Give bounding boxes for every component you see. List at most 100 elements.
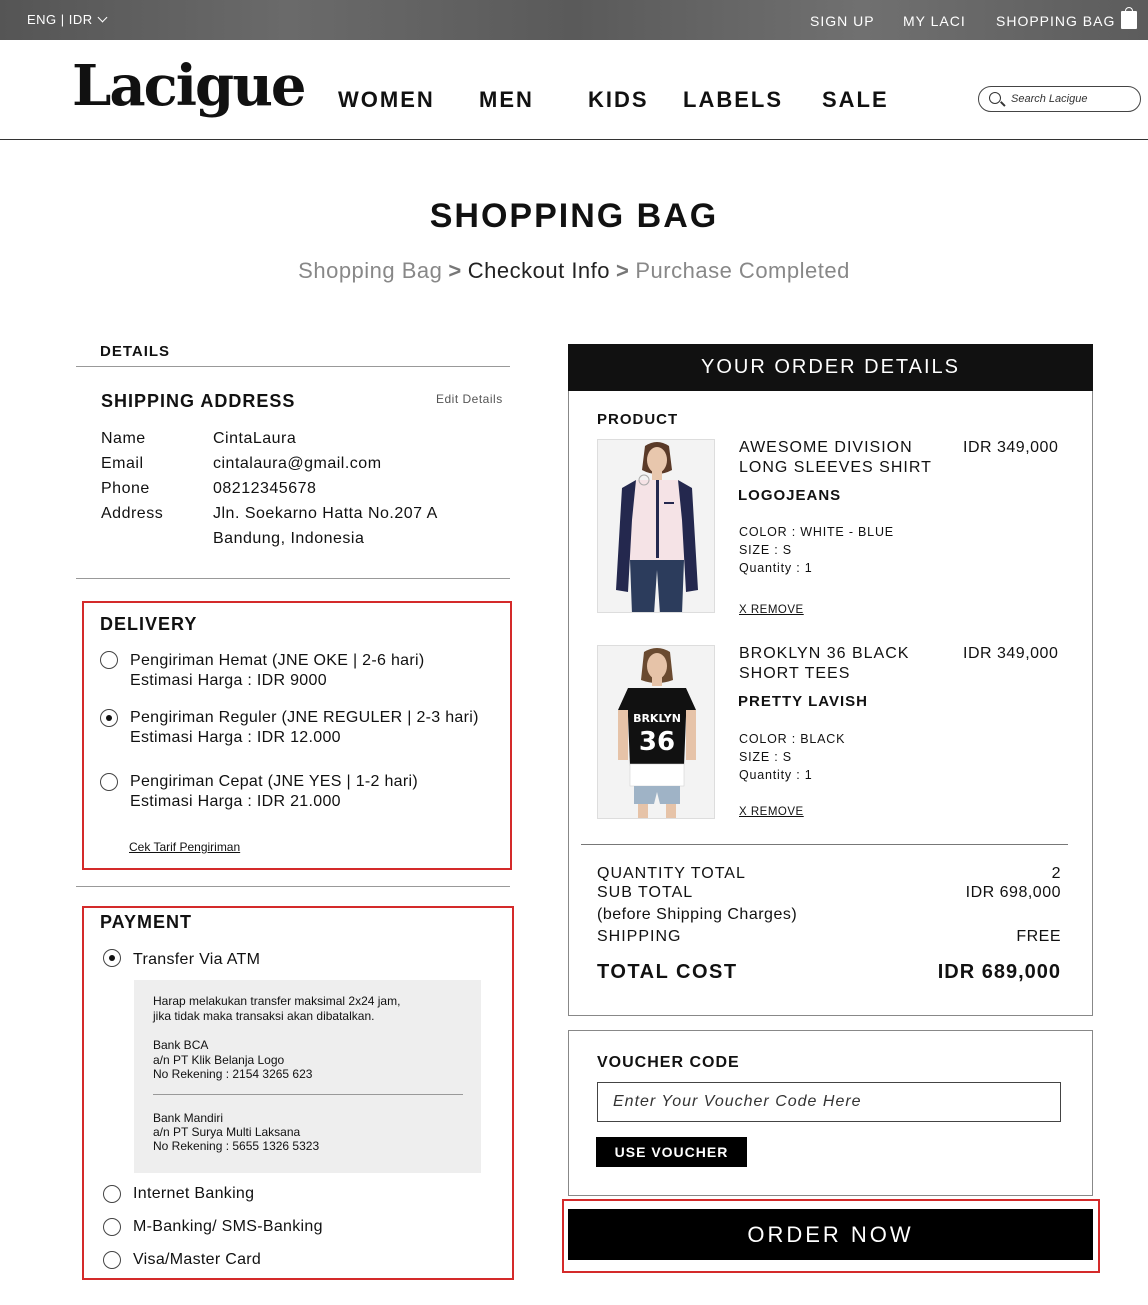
- search-input[interactable]: [1011, 90, 1131, 108]
- delivery-radio-reguler[interactable]: [100, 709, 118, 727]
- edit-details-link[interactable]: Edit Details: [436, 392, 503, 406]
- name-value: CintaLaura: [213, 430, 297, 447]
- email-value: cintalaura@gmail.com: [213, 455, 382, 472]
- delivery-option-reguler-name: Pengiriman Reguler (JNE REGULER | 2-3 ha…: [130, 709, 479, 726]
- product-image-shirt[interactable]: [597, 439, 715, 613]
- product-2-name[interactable]: BROKLYN 36 BLACK SHORT TEES: [739, 644, 909, 684]
- product-1-name-line2: LONG SLEEVES SHIRT: [739, 459, 932, 476]
- payment-radio-atm[interactable]: [103, 949, 121, 967]
- total-cost-value: IDR 689,000: [937, 961, 1061, 983]
- model-shirt-illustration: [598, 440, 714, 612]
- payment-option-card[interactable]: Visa/Master Card: [133, 1250, 261, 1270]
- shipping-label: SHIPPING: [597, 928, 682, 945]
- payment-radio-m-banking[interactable]: [103, 1218, 121, 1236]
- logo[interactable]: Lacigue: [72, 53, 307, 119]
- bank1-account-number: No Rekening : 2154 3265 623: [153, 1067, 313, 1081]
- bank2-account-number: No Rekening : 5655 1326 5323: [153, 1139, 320, 1153]
- use-voucher-button[interactable]: USE VOUCHER: [596, 1137, 747, 1167]
- nav-labels[interactable]: LABELS: [683, 87, 783, 113]
- product-1-remove-link[interactable]: X REMOVE: [739, 604, 804, 616]
- bank2-account-name: a/n PT Surya Multi Laksana: [153, 1125, 301, 1139]
- email-label: Email: [101, 455, 144, 472]
- delivery-radio-cepat[interactable]: [100, 773, 118, 791]
- payment-radio-internet-banking[interactable]: [103, 1185, 121, 1203]
- shirt-print-text: BRKLYN: [633, 712, 681, 725]
- divider: [76, 578, 510, 579]
- voucher-code-label: VOUCHER CODE: [597, 1054, 740, 1071]
- address-value-line1: Jln. Soekarno Hatta No.207 A: [213, 505, 438, 522]
- product-2-remove-link[interactable]: X REMOVE: [739, 806, 804, 818]
- product-label: PRODUCT: [597, 411, 679, 428]
- product-2-brand: PRETTY LAVISH: [738, 693, 868, 710]
- details-label: DETAILS: [100, 343, 171, 360]
- signup-link[interactable]: SIGN UP: [810, 13, 875, 29]
- breadcrumb-separator: >: [448, 258, 462, 283]
- product-1-name[interactable]: AWESOME DIVISION LONG SLEEVES SHIRT: [739, 438, 932, 478]
- delivery-option-hemat-name: Pengiriman Hemat (JNE OKE | 2-6 hari): [130, 652, 425, 669]
- bank1-name: Bank BCA: [153, 1038, 209, 1052]
- cek-tarif-link[interactable]: Cek Tarif Pengiriman: [129, 840, 240, 854]
- voucher-code-input[interactable]: [597, 1082, 1061, 1122]
- language-currency-label: ENG | IDR: [27, 12, 93, 27]
- shipping-address-title: SHIPPING ADDRESS: [101, 391, 296, 411]
- divider: [76, 886, 510, 887]
- breadcrumb-separator: >: [616, 258, 630, 283]
- bank2-name: Bank Mandiri: [153, 1111, 224, 1125]
- phone-label: Phone: [101, 480, 150, 497]
- breadcrumb-shopping-bag[interactable]: Shopping Bag: [298, 258, 442, 283]
- subtotal-value: IDR 698,000: [965, 884, 1061, 901]
- address-label: Address: [101, 505, 164, 522]
- payment-option-internet-banking[interactable]: Internet Banking: [133, 1184, 254, 1204]
- atm-transfer-info: Harap melakukan transfer maksimal 2x24 j…: [134, 980, 481, 1173]
- product-2-quantity: Quantity : 1: [739, 768, 813, 782]
- my-laci-link[interactable]: MY LACI: [903, 13, 966, 29]
- payment-option-m-banking[interactable]: M-Banking/ SMS-Banking: [133, 1217, 323, 1237]
- payment-radio-card[interactable]: [103, 1251, 121, 1269]
- product-2-color: COLOR : BLACK: [739, 732, 846, 746]
- top-bar: ENG | IDR SIGN UP MY LACI SHOPPING BAG: [0, 0, 1148, 40]
- product-image-tee[interactable]: BRKLYN 36: [597, 645, 715, 819]
- nav-men[interactable]: MEN: [479, 87, 534, 113]
- total-cost-label: TOTAL COST: [597, 961, 738, 983]
- divider: [581, 844, 1068, 845]
- payment-title: PAYMENT: [100, 912, 193, 932]
- product-2-name-line1: BROKLYN 36 BLACK: [739, 645, 910, 662]
- product-2-name-line2: SHORT TEES: [739, 665, 851, 682]
- nav-women[interactable]: WOMEN: [338, 87, 435, 113]
- product-2-size: SIZE : S: [739, 750, 792, 764]
- phone-value: 08212345678: [213, 480, 317, 497]
- shirt-print-number: 36: [639, 727, 675, 757]
- product-2-price: IDR 349,000: [963, 645, 1059, 662]
- divider: [76, 366, 510, 367]
- delivery-option-reguler-price: Estimasi Harga : IDR 12.000: [130, 729, 341, 746]
- subtotal-note: (before Shipping Charges): [597, 906, 798, 923]
- search-icon[interactable]: [989, 92, 1001, 104]
- product-1-color: COLOR : WHITE - BLUE: [739, 525, 894, 539]
- product-1-name-line1: AWESOME DIVISION: [739, 439, 913, 456]
- nav-sale[interactable]: SALE: [822, 87, 889, 113]
- quantity-total-value: 2: [1051, 865, 1061, 882]
- subtotal-label: SUB TOTAL: [597, 884, 694, 901]
- order-now-button[interactable]: ORDER NOW: [568, 1209, 1093, 1260]
- product-1-price: IDR 349,000: [963, 439, 1059, 456]
- name-label: Name: [101, 430, 146, 447]
- delivery-radio-hemat[interactable]: [100, 651, 118, 669]
- breadcrumb-purchase-completed: Purchase Completed: [635, 258, 850, 283]
- delivery-option-hemat[interactable]: Pengiriman Hemat (JNE OKE | 2-6 hari) Es…: [130, 651, 424, 691]
- site-header: Lacigue WOMEN MEN KIDS LABELS SALE: [0, 40, 1148, 140]
- payment-option-atm[interactable]: Transfer Via ATM: [133, 950, 260, 970]
- address-value-line2: Bandung, Indonesia: [213, 530, 365, 547]
- search-box: [978, 86, 1141, 112]
- shopping-bag-icon[interactable]: [1121, 7, 1137, 29]
- product-1-quantity: Quantity : 1: [739, 561, 813, 575]
- delivery-option-cepat-name: Pengiriman Cepat (JNE YES | 1-2 hari): [130, 773, 418, 790]
- nav-kids[interactable]: KIDS: [588, 87, 649, 113]
- delivery-option-cepat[interactable]: Pengiriman Cepat (JNE YES | 1-2 hari) Es…: [130, 772, 418, 812]
- divider: [153, 1094, 463, 1095]
- model-tee-illustration: BRKLYN 36: [598, 646, 714, 818]
- shopping-bag-link[interactable]: SHOPPING BAG: [996, 13, 1115, 29]
- delivery-option-reguler[interactable]: Pengiriman Reguler (JNE REGULER | 2-3 ha…: [130, 708, 479, 748]
- language-currency-selector[interactable]: ENG | IDR: [27, 12, 108, 27]
- product-1-brand: LOGOJEANS: [738, 487, 842, 504]
- bank1-account-name: a/n PT Klik Belanja Logo: [153, 1053, 285, 1067]
